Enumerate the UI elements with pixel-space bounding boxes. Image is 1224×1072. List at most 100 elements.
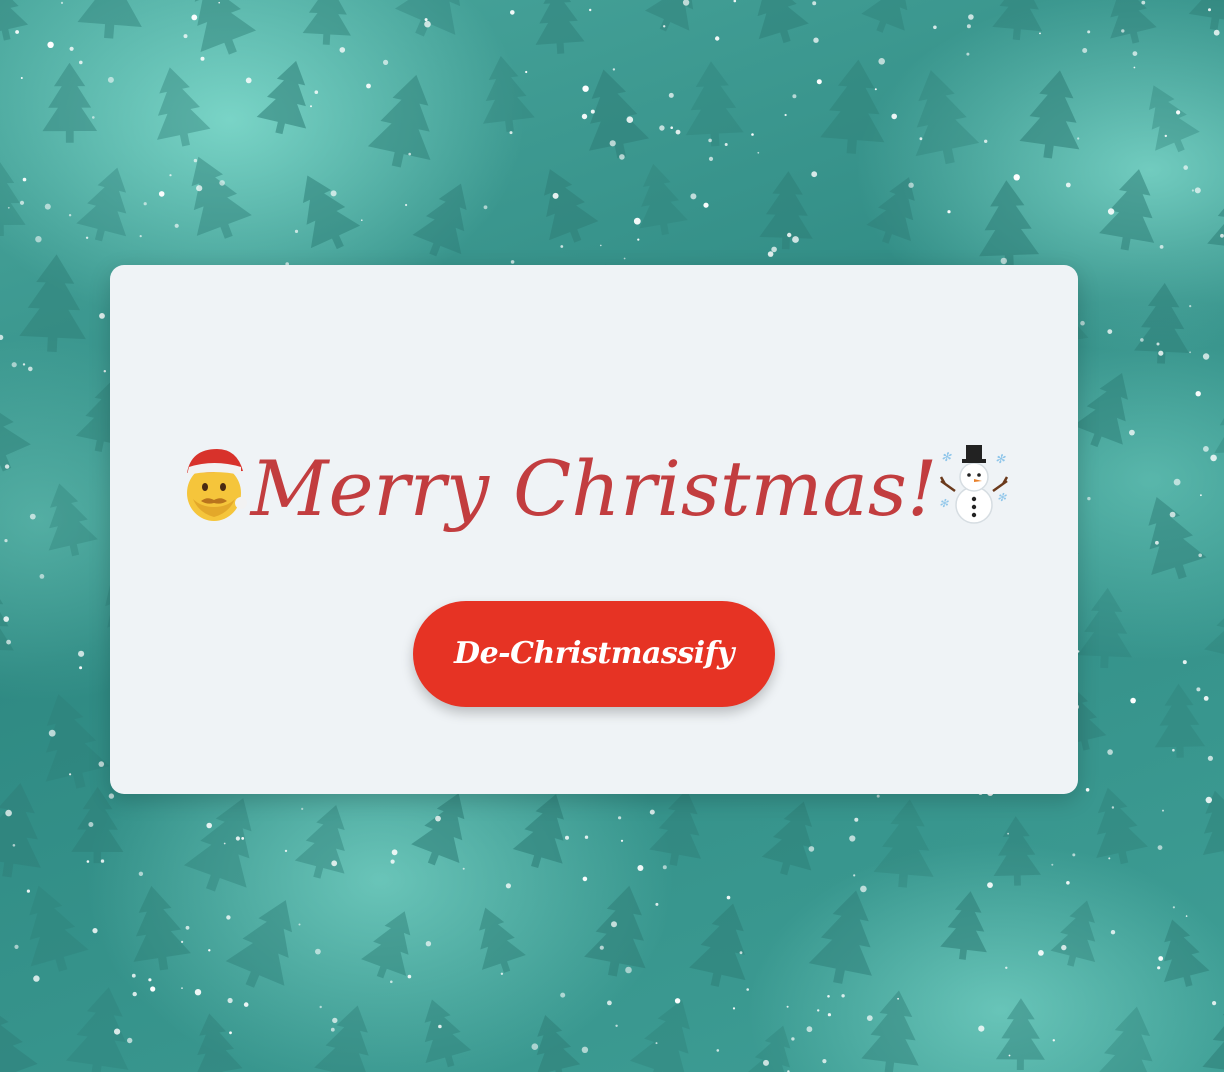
snowflake-dot	[822, 1059, 827, 1064]
snowflake-dot	[7, 206, 10, 209]
snowflake-dot	[1038, 950, 1044, 956]
snowflake-dot	[1066, 881, 1070, 885]
svg-text:✻: ✻	[941, 450, 952, 464]
tree-shape	[1077, 587, 1133, 669]
snowflake-dot	[88, 822, 94, 827]
tree-shape	[940, 891, 987, 960]
tree-shape	[1163, 919, 1210, 987]
tree-shape	[685, 61, 744, 147]
tree-shape	[0, 161, 26, 237]
snowflake-dot	[1130, 697, 1136, 704]
snowflake-dot	[405, 203, 408, 207]
tree-shape	[1202, 989, 1224, 1072]
tree-shape	[808, 890, 872, 984]
snowflake-dot	[860, 885, 867, 893]
tree-shape	[759, 171, 813, 250]
tree-shape	[302, 175, 361, 250]
snowflake-dot	[424, 20, 431, 28]
tree-shape	[761, 801, 813, 876]
tree-shape	[535, 0, 585, 54]
snowflake-dot	[193, 158, 198, 163]
snowflake-dot	[29, 513, 36, 520]
snowflake-dot	[757, 151, 760, 154]
snowflake-dot	[332, 1017, 338, 1024]
snowflake-dot	[1207, 755, 1213, 761]
snowflake-dot	[637, 865, 644, 871]
snowflake-dot	[933, 25, 937, 30]
tree-shape	[979, 180, 1040, 269]
snowflake-dot	[1039, 32, 1041, 35]
tree-shape	[1214, 371, 1224, 466]
snowflake-dot	[708, 156, 714, 161]
snowflake-dot	[48, 729, 56, 737]
tree-shape	[543, 169, 599, 243]
snowflake-dot	[1013, 174, 1020, 181]
tree-shape	[649, 789, 702, 866]
snowflake-dot	[206, 822, 212, 829]
snowflake-dot	[1157, 845, 1163, 850]
snowflake-dot	[891, 113, 897, 120]
snowflake-dot	[1210, 454, 1217, 462]
snowflake-dot	[619, 154, 625, 160]
snowflake-dot	[1213, 29, 1220, 36]
snowflake-dot	[44, 203, 51, 210]
snowflake-dot	[1183, 165, 1188, 170]
snowflake-dot	[792, 236, 799, 243]
tree-shape	[1207, 164, 1224, 263]
snowflake-dot	[1140, 338, 1144, 342]
snowflake-dot	[1200, 494, 1202, 497]
tree-shape	[256, 60, 307, 135]
snowflake-dot	[301, 807, 304, 811]
snowflake-dot	[108, 793, 115, 799]
snowflake-dot	[28, 366, 33, 372]
greeting-card: Merry Christmas! ✻ ✻ ✻ ✻ De-Christmassif…	[110, 265, 1078, 794]
snowflake-dot	[181, 940, 184, 944]
snowflake-dot	[1110, 930, 1116, 935]
snowflake-dot	[806, 1026, 813, 1033]
tree-shape	[820, 59, 885, 154]
snowflake-dot	[241, 837, 245, 840]
de-christmassify-button[interactable]: De-Christmassify	[413, 601, 775, 707]
tree-shape	[1099, 169, 1155, 251]
snowflake-dot	[786, 1005, 789, 1008]
snowflake-dot	[510, 10, 515, 15]
snowflake-dot	[1087, 30, 1091, 34]
snowflake-dot	[483, 205, 488, 210]
snowflake-dot	[1065, 182, 1071, 188]
snowflake-dot	[1172, 906, 1175, 909]
snowflake-dot	[99, 313, 105, 319]
snowflake-dot	[582, 85, 589, 92]
snowflake-dot	[1129, 429, 1135, 436]
snowflake-dot	[107, 76, 114, 83]
snowflake-dot	[607, 1000, 612, 1006]
tree-shape	[744, 1025, 791, 1072]
snowflake-dot	[947, 210, 951, 214]
snowflake-dot	[85, 236, 89, 239]
snowflake-dot	[3, 616, 10, 622]
tree-shape	[302, 0, 351, 45]
snowflake-dot	[966, 52, 970, 56]
tree-shape	[483, 55, 535, 133]
snowflake-dot	[14, 944, 19, 950]
tree-shape	[993, 816, 1041, 886]
snowflake-dot	[1164, 134, 1168, 138]
snowflake-dot	[808, 846, 815, 852]
snowflake-dot	[1208, 8, 1211, 12]
snowflake-dot	[424, 18, 428, 22]
snowflake-dot	[690, 193, 697, 200]
snowflake-dot	[584, 835, 589, 839]
snowflake-dot	[733, 0, 737, 3]
snowflake-dot	[181, 987, 183, 989]
snowflake-dot	[310, 105, 312, 108]
snowflake-dot	[1051, 863, 1054, 866]
snowflake-dot	[726, 895, 731, 900]
snowflake-dot	[132, 991, 137, 997]
snowflake-dot	[39, 574, 45, 579]
snowflake-dot	[849, 835, 856, 842]
snowflake-dot	[229, 1031, 232, 1035]
snowflake-dot	[724, 143, 728, 146]
snowflake-dot	[1061, 944, 1067, 951]
tree-shape	[29, 885, 89, 972]
tree-shape	[861, 0, 910, 33]
snowflake-dot	[816, 79, 822, 85]
